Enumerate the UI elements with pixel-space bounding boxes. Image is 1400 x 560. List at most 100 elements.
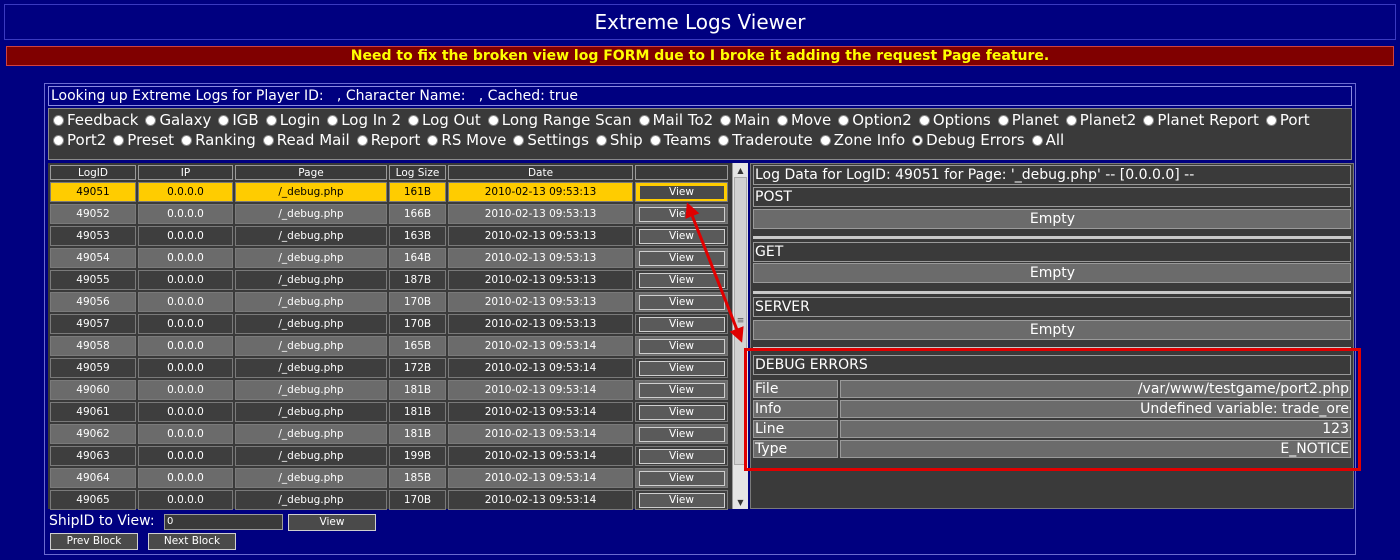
scroll-down-arrow-icon[interactable]: ▼ — [733, 495, 748, 509]
view-log-button[interactable]: View — [638, 338, 725, 354]
log-detail-header: Log Data for LogID: 49051 for Page: '_de… — [753, 165, 1351, 185]
radio-option-port[interactable]: Port — [1265, 111, 1310, 130]
view-log-button[interactable]: View — [638, 404, 725, 420]
radio-option-login[interactable]: Login — [265, 111, 320, 130]
radio-option-long-range-scan[interactable]: Long Range Scan — [487, 111, 632, 130]
view-log-button[interactable]: View — [638, 250, 725, 266]
radio-option-galaxy[interactable]: Galaxy — [145, 111, 211, 130]
ip-cell: 0.0.0.0 — [138, 468, 233, 488]
radio-option-log-in-2[interactable]: Log In 2 — [327, 111, 401, 130]
radio-button-icon[interactable] — [53, 135, 64, 146]
table-row: 49062 0.0.0.0/_debug.php 181B 2010-02-13 09… — [50, 424, 728, 444]
radio-button-icon[interactable] — [218, 115, 230, 126]
radio-button-icon[interactable] — [327, 115, 339, 126]
view-log-button[interactable]: View — [638, 426, 725, 442]
radio-button-icon[interactable] — [1143, 115, 1155, 126]
radio-option-log-out[interactable]: Log Out — [408, 111, 481, 130]
action-cell: View — [635, 182, 728, 202]
radio-button-icon[interactable] — [777, 115, 788, 126]
view-log-button[interactable]: View — [638, 294, 725, 310]
radio-option-igb[interactable]: IGB — [218, 111, 259, 130]
radio-button-icon[interactable] — [265, 115, 277, 126]
radio-button-icon[interactable] — [262, 135, 274, 146]
radio-option-report[interactable]: Report — [356, 131, 420, 150]
radio-option-debug-errors[interactable]: Debug Errors — [912, 131, 1025, 150]
radio-option-teams[interactable]: Teams — [649, 131, 711, 150]
radio-option-port2[interactable]: Port2 — [53, 131, 106, 150]
prev-block-button[interactable]: Prev Block — [50, 533, 138, 550]
radio-option-all[interactable]: All — [1031, 131, 1064, 150]
view-log-button[interactable]: View — [638, 360, 725, 376]
view-log-button[interactable]: View — [638, 228, 725, 244]
radio-option-preset[interactable]: Preset — [113, 131, 174, 150]
radio-button-icon[interactable] — [918, 115, 930, 126]
radio-button-icon[interactable] — [113, 135, 125, 146]
radio-option-rs-move[interactable]: RS Move — [427, 131, 506, 150]
radio-label: Read Mail — [276, 131, 350, 149]
scroll-up-arrow-icon[interactable]: ▲ — [733, 163, 748, 177]
radio-option-planet[interactable]: Planet — [997, 111, 1059, 130]
col-header-action — [635, 165, 728, 180]
radio-option-ranking[interactable]: Ranking — [181, 131, 256, 150]
radio-button-icon[interactable] — [487, 115, 499, 126]
radio-label: Ship — [609, 131, 643, 149]
radio-button-icon[interactable] — [720, 115, 732, 126]
radio-button-icon[interactable] — [145, 115, 157, 126]
radio-option-planet2[interactable]: Planet2 — [1065, 111, 1136, 130]
radio-option-settings[interactable]: Settings — [513, 131, 589, 150]
radio-label: Zone Info — [833, 131, 906, 149]
radio-button-icon[interactable] — [1031, 135, 1043, 146]
view-log-button[interactable]: View — [638, 470, 725, 486]
radio-option-traderoute[interactable]: Traderoute — [718, 131, 813, 150]
page-cell: /_debug.php — [235, 336, 387, 356]
radio-option-zone-info[interactable]: Zone Info — [819, 131, 906, 150]
view-log-button[interactable]: View — [638, 206, 725, 222]
radio-button-icon[interactable] — [838, 115, 850, 126]
view-log-button[interactable]: View — [638, 184, 725, 200]
radio-button-icon[interactable] — [513, 135, 525, 146]
radio-option-read-mail[interactable]: Read Mail — [262, 131, 350, 150]
view-log-button[interactable]: View — [638, 492, 725, 508]
date-cell: 2010-02-13 09:53:14 — [448, 336, 633, 356]
view-log-button[interactable]: View — [638, 382, 725, 398]
radio-option-mail-to2[interactable]: Mail To2 — [638, 111, 713, 130]
view-log-button[interactable]: View — [638, 448, 725, 464]
ip-cell: 0.0.0.0 — [138, 446, 233, 466]
ship-id-input[interactable]: 0 — [164, 514, 283, 530]
radio-button-icon[interactable] — [997, 115, 1009, 126]
log-size-cell: 185B — [389, 468, 446, 488]
view-log-button[interactable]: View — [638, 316, 725, 332]
log-size-cell: 163B — [389, 226, 446, 246]
radio-button-icon[interactable] — [1265, 115, 1277, 126]
radio-option-options[interactable]: Options — [918, 111, 991, 130]
radio-option-feedback[interactable]: Feedback — [53, 111, 138, 130]
radio-button-icon[interactable] — [649, 135, 661, 146]
date-cell: 2010-02-13 09:53:13 — [448, 182, 633, 202]
radio-option-ship[interactable]: Ship — [595, 131, 643, 150]
radio-button-icon[interactable] — [595, 135, 607, 146]
radio-option-planet-report[interactable]: Planet Report — [1143, 111, 1259, 130]
radio-label: Planet Report — [1157, 111, 1259, 129]
radio-button-icon[interactable] — [912, 135, 924, 146]
radio-button-icon[interactable] — [1065, 115, 1077, 126]
radio-button-icon[interactable] — [356, 135, 368, 146]
scroll-thumb[interactable]: ≡ — [734, 177, 747, 465]
radio-option-main[interactable]: Main — [720, 111, 770, 130]
radio-button-icon[interactable] — [427, 135, 439, 146]
radio-button-icon[interactable] — [718, 135, 730, 146]
ship-view-button[interactable]: View — [288, 514, 376, 531]
radio-option-option2[interactable]: Option2 — [838, 111, 912, 130]
radio-button-icon[interactable] — [181, 135, 193, 146]
log-list-scrollbar[interactable]: ▲ ≡ ▼ — [732, 163, 748, 509]
log-size-cell: 181B — [389, 402, 446, 422]
radio-option-move[interactable]: Move — [777, 111, 831, 130]
next-block-button[interactable]: Next Block — [148, 533, 236, 550]
view-log-button[interactable]: View — [638, 272, 725, 288]
radio-button-icon[interactable] — [408, 115, 419, 126]
log-id-cell: 49065 — [50, 490, 136, 510]
page-cell: /_debug.php — [235, 292, 387, 312]
radio-button-icon[interactable] — [53, 115, 64, 126]
radio-button-icon[interactable] — [638, 115, 650, 126]
action-cell: View — [635, 270, 728, 290]
radio-button-icon[interactable] — [819, 135, 831, 146]
